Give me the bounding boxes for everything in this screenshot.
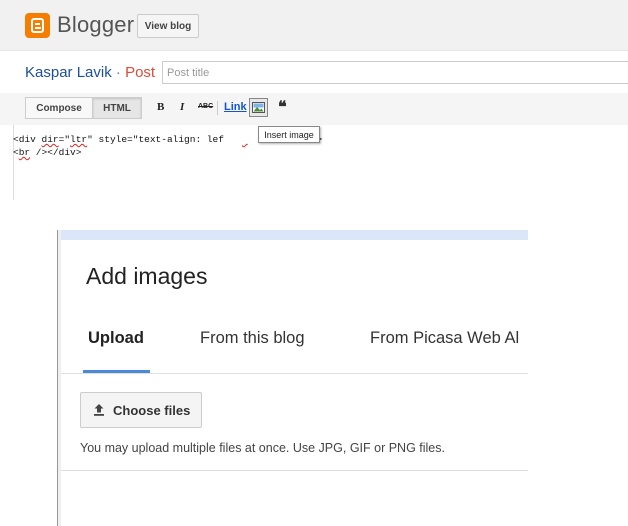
blog-author-link[interactable]: Kaspar Lavik [25,64,112,81]
code-text: ltr [70,134,88,145]
toolbar-divider [217,101,218,115]
bold-button[interactable]: B [157,101,164,113]
code-text: dir [41,134,59,145]
code-text: " style="text-align: lef [87,134,224,145]
dialog-top-bar [61,230,528,240]
breadcrumb-separator: · [115,64,121,81]
blockquote-button[interactable]: ❝ [278,97,287,117]
editor-toolbar: Compose HTML B I ABC Link ❝ [0,93,628,125]
tab-from-this-blog[interactable]: From this blog [200,329,305,348]
italic-button[interactable]: I [180,101,184,113]
code-text: br [18,147,31,158]
html-mode-button[interactable]: HTML [92,97,142,119]
brand-name: Blogger [57,12,135,37]
breadcrumb-post: Post [125,64,156,81]
tab-from-picasa[interactable]: From Picasa Web Al [370,329,519,348]
view-blog-button[interactable]: View blog [137,14,199,38]
dialog-title: Add images [86,263,208,289]
code-text: =" [58,134,71,145]
add-images-dialog: Add images Upload From this blog From Pi… [57,230,528,526]
post-title-input[interactable] [167,63,607,82]
tab-divider [61,373,528,374]
compose-mode-button[interactable]: Compose [25,97,93,119]
blogger-logo-icon[interactable] [25,13,50,38]
code-text: /></div> [30,147,82,158]
upload-hint: You may upload multiple files at once. U… [80,441,445,455]
image-icon [252,102,265,113]
choose-files-label: Choose files [113,402,191,418]
blogger-editor: Blogger View blog Kaspar Lavik · Post Co… [0,0,628,200]
post-title-field [162,61,628,84]
strikethrough-button[interactable]: ABC [198,103,213,110]
breadcrumb: Kaspar Lavik · Post [25,64,155,81]
code-text: <div [13,134,42,145]
upload-icon [94,404,104,416]
link-button[interactable]: Link [224,101,247,113]
dialog-divider [61,470,528,471]
insert-image-tooltip: Insert image [258,126,320,143]
choose-files-button[interactable]: Choose files [80,392,202,428]
dialog-edge [58,230,61,526]
tab-upload[interactable]: Upload [88,329,144,348]
insert-image-button[interactable] [249,98,268,117]
app-header: Blogger View blog [0,0,628,51]
